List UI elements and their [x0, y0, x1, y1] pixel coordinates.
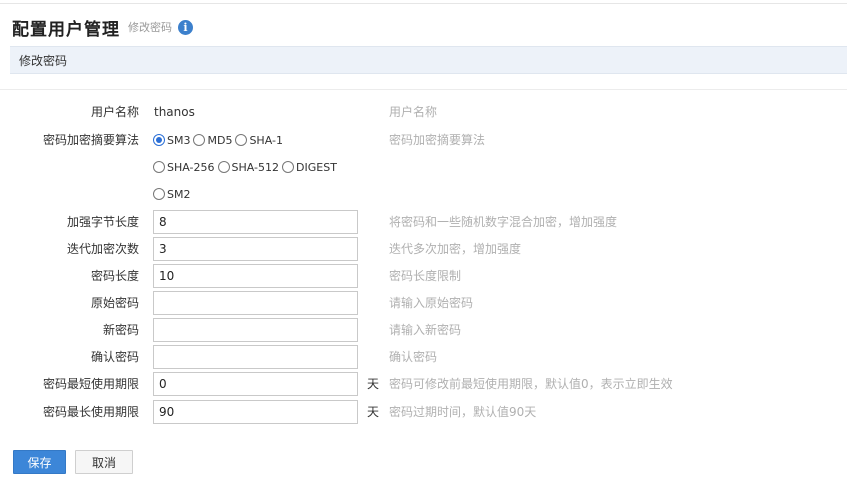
radio-button[interactable]: [282, 161, 295, 173]
username-row: 用户名称 thanos 用户名称: [0, 100, 847, 124]
algorithm-row: 密码加密摘要算法 密码加密摘要算法: [0, 128, 847, 152]
radio-option-md5[interactable]: MD5: [193, 134, 232, 147]
radio-label: DIGEST: [296, 160, 337, 174]
radio-label: SM2: [167, 187, 191, 201]
radio-option-sm3[interactable]: SM3: [153, 134, 190, 147]
radio-button[interactable]: [153, 161, 165, 173]
algorithm-hint: 密码加密摘要算法: [389, 133, 486, 147]
save-button[interactable]: 保存: [13, 450, 66, 474]
old-password-hint: 请输入原始密码: [389, 296, 474, 310]
radio-option-sha1[interactable]: SHA-1: [235, 134, 283, 147]
new-password-label: 新密码: [102, 323, 139, 337]
algorithm-radio-group-3: SM2: [153, 185, 193, 203]
radio-option-sha512[interactable]: SHA-512: [217, 160, 280, 174]
radio-button[interactable]: [153, 188, 165, 200]
algorithm-radio-group-1: SM3 MD5 SHA-1: [153, 131, 286, 149]
confirm-password-row: 确认密码 确认密码: [0, 345, 847, 369]
password-length-row: 密码长度 密码长度限制: [0, 264, 847, 288]
new-password-input[interactable]: [153, 318, 358, 342]
username-label: 用户名称: [90, 105, 139, 119]
min-period-row: 密码最短使用期限 天 密码可修改前最短使用期限，默认值0，表示立即生效: [0, 372, 847, 396]
algorithm-radio-group-2: SHA-256 SHA-512 DIGEST: [153, 158, 340, 176]
confirm-password-label: 确认密码: [90, 350, 139, 364]
radio-option-sm2[interactable]: SM2: [153, 188, 190, 201]
confirm-password-hint: 确认密码: [389, 350, 438, 364]
divider: [0, 89, 847, 90]
page-title: 配置用户管理: [12, 19, 120, 40]
old-password-input[interactable]: [153, 291, 358, 315]
radio-button[interactable]: [153, 134, 165, 146]
max-period-hint: 密码过期时间，默认值90天: [389, 405, 537, 419]
page-subtitle: 修改密码: [128, 21, 172, 34]
iterations-hint: 迭代多次加密，增加强度: [389, 242, 522, 256]
min-period-hint: 密码可修改前最短使用期限，默认值0，表示立即生效: [389, 377, 673, 391]
password-length-hint: 密码长度限制: [389, 269, 462, 283]
radio-label: SHA-512: [231, 160, 280, 174]
radio-option-digest[interactable]: DIGEST: [282, 161, 337, 174]
password-length-input[interactable]: [153, 264, 358, 288]
confirm-password-input[interactable]: [153, 345, 358, 369]
salt-length-label: 加强字节长度: [66, 215, 139, 229]
cancel-button[interactable]: 取消: [75, 450, 133, 474]
algorithm-label: 密码加密摘要算法: [42, 133, 139, 147]
salt-length-hint: 将密码和一些随机数字混合加密，增加强度: [389, 215, 618, 229]
iterations-row: 迭代加密次数 迭代多次加密，增加强度: [0, 237, 847, 261]
max-period-input[interactable]: [153, 400, 358, 424]
radio-button[interactable]: [217, 161, 230, 173]
username-hint: 用户名称: [389, 105, 438, 119]
radio-label: SM3: [167, 133, 191, 147]
radio-label: SHA-1: [249, 133, 283, 147]
username-value: thanos: [154, 105, 195, 119]
min-period-input[interactable]: [153, 372, 358, 396]
info-icon[interactable]: i: [178, 19, 193, 35]
min-period-label: 密码最短使用期限: [42, 377, 139, 391]
new-password-hint: 请输入新密码: [389, 323, 462, 337]
max-period-label: 密码最长使用期限: [42, 405, 139, 419]
old-password-label: 原始密码: [90, 296, 139, 310]
top-border: [0, 0, 847, 4]
section-header: 修改密码: [10, 46, 847, 74]
max-period-unit: 天: [367, 405, 380, 419]
radio-label: MD5: [207, 133, 233, 147]
max-period-row: 密码最长使用期限 天 密码过期时间，默认值90天: [0, 400, 847, 424]
min-period-unit: 天: [367, 377, 380, 391]
salt-length-input[interactable]: [153, 210, 358, 234]
radio-label: SHA-256: [167, 160, 215, 174]
password-length-label: 密码长度: [90, 269, 139, 283]
new-password-row: 新密码 请输入新密码: [0, 318, 847, 342]
page-header: 配置用户管理 修改密码 i: [12, 16, 193, 40]
section-title: 修改密码: [19, 53, 68, 68]
iterations-label: 迭代加密次数: [66, 242, 139, 256]
iterations-input[interactable]: [153, 237, 358, 261]
radio-button[interactable]: [235, 134, 248, 146]
salt-length-row: 加强字节长度 将密码和一些随机数字混合加密，增加强度: [0, 210, 847, 234]
radio-button[interactable]: [193, 134, 206, 146]
radio-option-sha256[interactable]: SHA-256: [153, 161, 215, 174]
old-password-row: 原始密码 请输入原始密码: [0, 291, 847, 315]
